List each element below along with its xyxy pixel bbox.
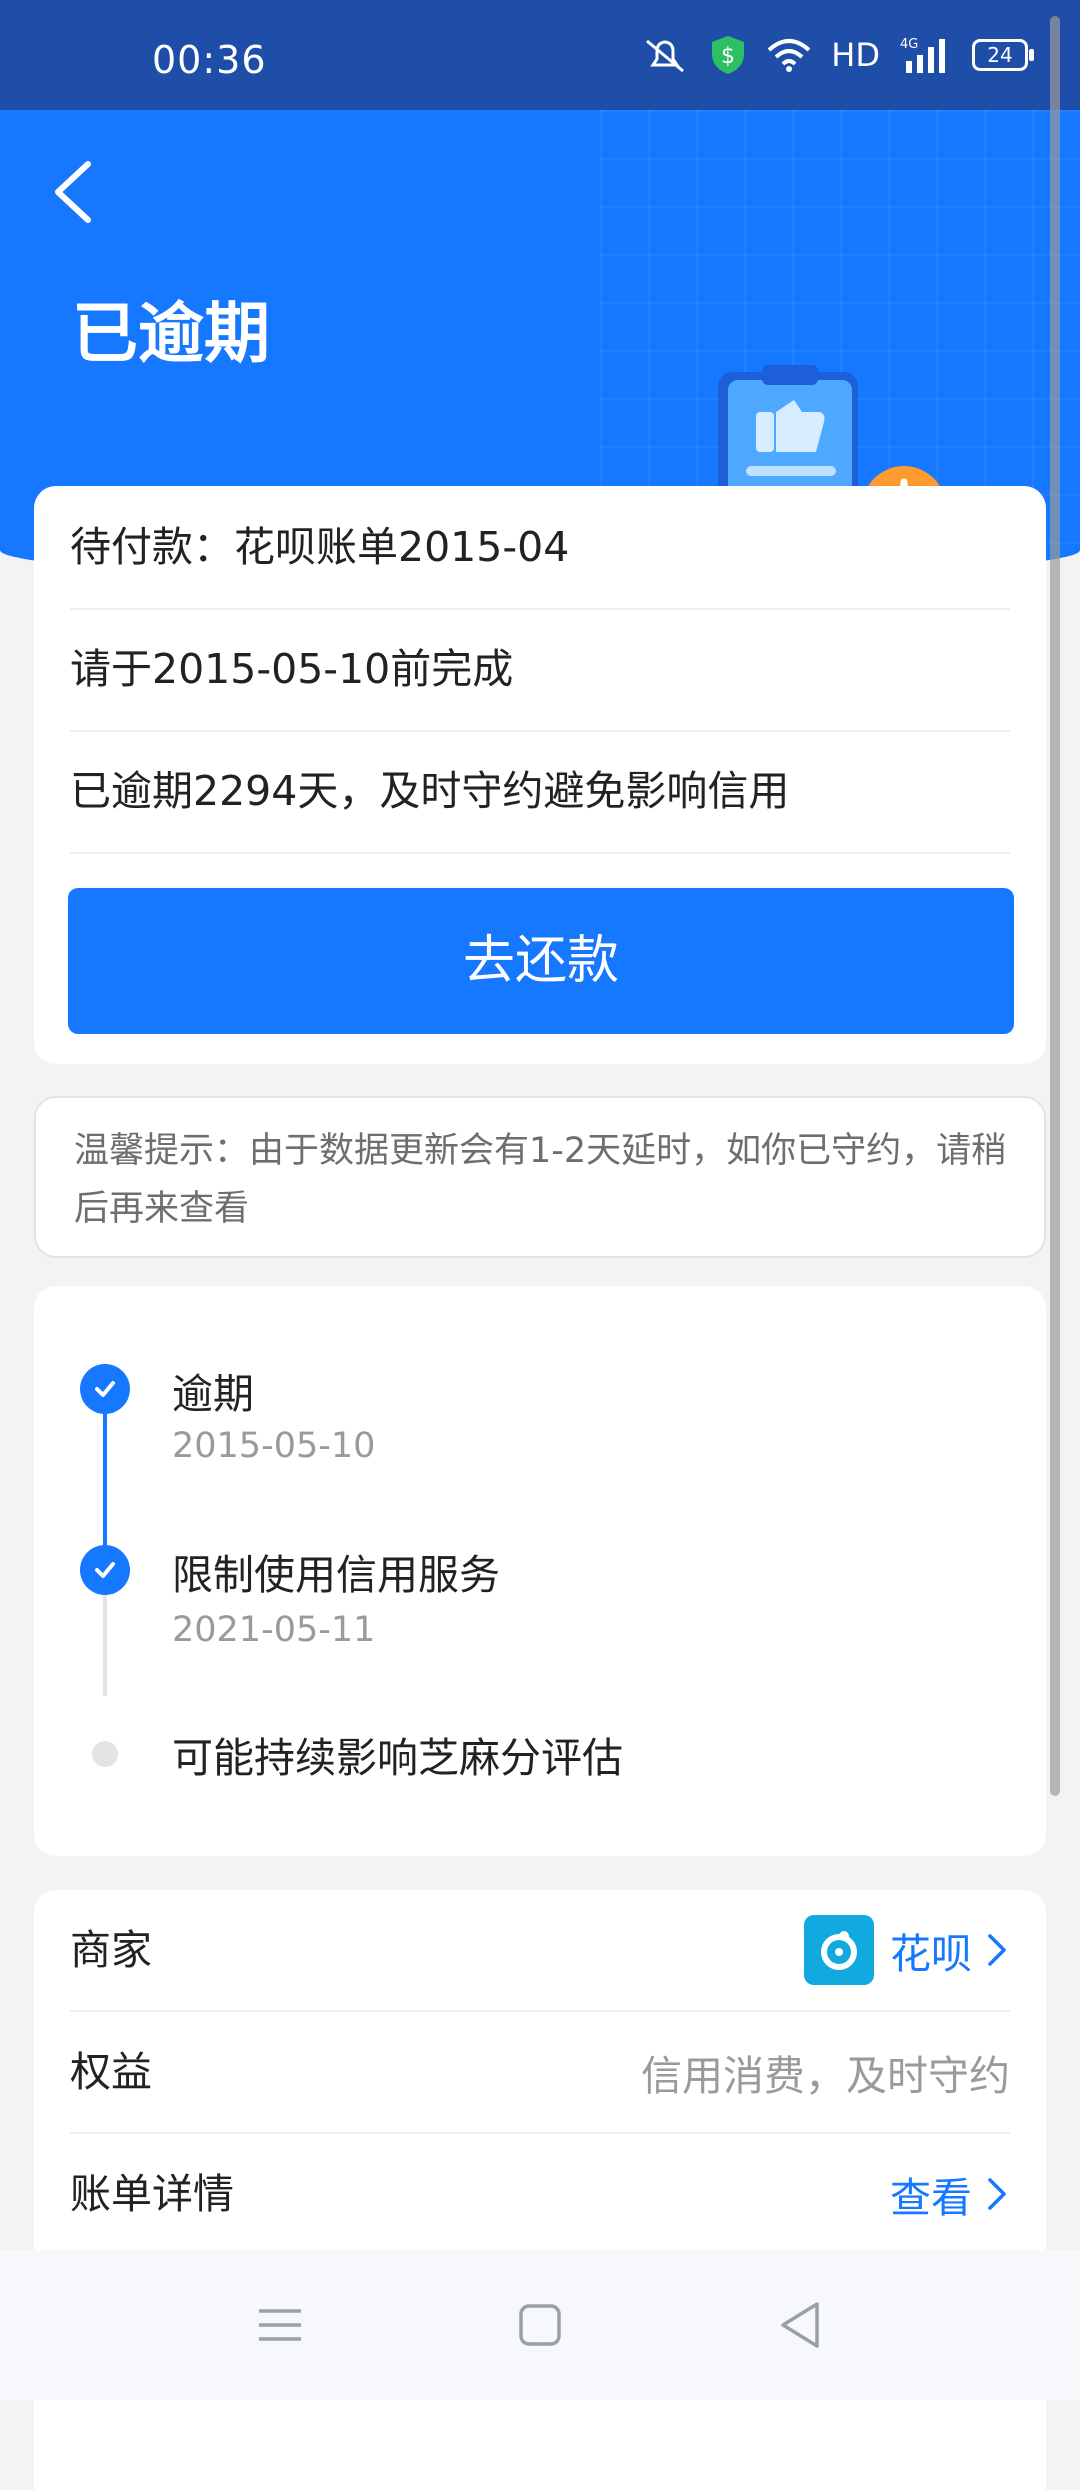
info-card: 商家 花呗 权益 信用消费，及时守约 账单详情 查看	[34, 1890, 1046, 2490]
chevron-right-icon	[988, 2178, 1006, 2210]
bill-overdue-text: 已逾期2294天，及时守约避免影响信用	[70, 767, 790, 815]
repay-button[interactable]: 去还款	[68, 888, 1014, 1034]
merchant-row[interactable]: 商家 花呗	[70, 1890, 1010, 2012]
status-icons: $ HD 4G 24	[639, 34, 1034, 76]
chevron-right-icon	[988, 1934, 1006, 1966]
status-time: 00:36	[152, 38, 267, 82]
shield-dollar-icon: $	[712, 36, 745, 74]
timeline-card: 逾期 2015-05-10 限制使用信用服务 2021-05-11 可能持续影响…	[34, 1286, 1046, 1856]
nav-back-button[interactable]	[765, 2290, 835, 2360]
bill-card: 待付款：花呗账单2015-04 请于2015-05-10前完成 已逾期2294天…	[34, 486, 1046, 1064]
back-button[interactable]	[46, 152, 106, 232]
mute-icon	[646, 39, 685, 73]
huabei-logo-icon	[804, 1915, 874, 1985]
signal-icon: 4G	[900, 37, 945, 73]
bill-deadline-text: 请于2015-05-10前完成	[70, 645, 514, 693]
battery-level: 24	[987, 43, 1013, 67]
battery-icon: 24	[972, 39, 1034, 71]
timeline-dot-done	[80, 1364, 130, 1414]
svg-text:$: $	[721, 44, 735, 69]
bill-detail-row[interactable]: 账单详情 查看	[70, 2134, 1010, 2254]
wifi-icon	[767, 39, 811, 72]
bill-pending-text: 待付款：花呗账单2015-04	[70, 523, 570, 571]
check-icon	[95, 1562, 115, 1578]
timeline-step-title: 可能持续影响芝麻分评估	[172, 1734, 623, 1782]
timeline-dot-done	[80, 1545, 130, 1595]
merchant-value: 花呗	[890, 1930, 972, 1978]
back-arrow-icon	[55, 161, 91, 223]
timeline-dot-pending	[92, 1741, 118, 1767]
network-label: HD	[831, 36, 880, 74]
tip-card: 温馨提示：由于数据更新会有1-2天延时，如你已守约，请稍后再来查看	[34, 1096, 1046, 1258]
timeline-step-title: 限制使用信用服务	[172, 1551, 500, 1599]
bill-deadline-row: 请于2015-05-10前完成	[70, 608, 1010, 732]
timeline-step-title: 逾期	[172, 1370, 254, 1418]
cell-label: 4G	[900, 37, 918, 52]
nav-menu-button[interactable]	[245, 2290, 315, 2360]
page-title: 已逾期	[72, 295, 270, 372]
rights-value: 信用消费，及时守约	[641, 2052, 1010, 2100]
tip-text: 温馨提示：由于数据更新会有1-2天延时，如你已守约，请稍后再来查看	[74, 1131, 1007, 1229]
home-icon	[519, 2304, 561, 2346]
bill-detail-label: 账单详情	[70, 2170, 234, 2218]
nav-home-button[interactable]	[505, 2290, 575, 2360]
bill-overdue-row: 已逾期2294天，及时守约避免影响信用	[70, 730, 1010, 854]
bill-detail-value-group[interactable]: 查看	[890, 2134, 1010, 2254]
merchant-label: 商家	[70, 1926, 152, 1974]
rights-label: 权益	[70, 2048, 152, 2096]
back-triangle-icon	[781, 2302, 819, 2348]
rights-value-group: 信用消费，及时守约	[641, 2012, 1010, 2132]
menu-icon	[259, 2309, 301, 2341]
timeline-step-date: 2021-05-11	[172, 1610, 376, 1650]
rights-row: 权益 信用消费，及时守约	[70, 2012, 1010, 2134]
merchant-value-group[interactable]: 花呗	[804, 1890, 1010, 2010]
bill-detail-link[interactable]: 查看	[890, 2164, 972, 2224]
system-nav-bar	[0, 2250, 1080, 2400]
status-bar: 00:36 $ HD 4G 24	[0, 0, 1080, 110]
scrollbar[interactable]	[1050, 16, 1060, 1796]
check-icon	[95, 1381, 115, 1397]
timeline-step-date: 2015-05-10	[172, 1426, 376, 1466]
bill-pending-row: 待付款：花呗账单2015-04	[70, 486, 1010, 610]
